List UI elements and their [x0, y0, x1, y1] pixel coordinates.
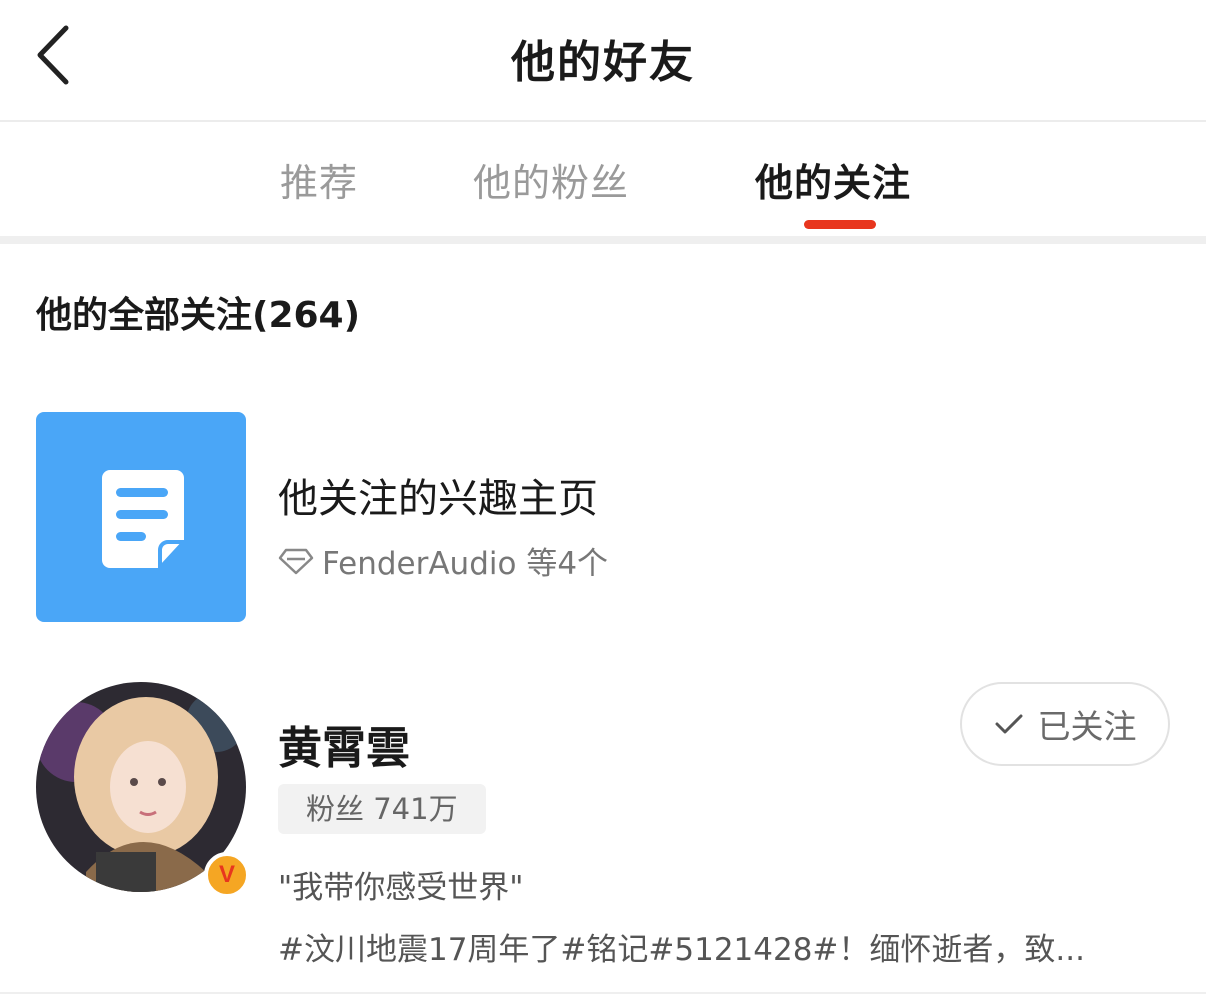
tabs-divider	[0, 236, 1206, 244]
page-title: 他的好友	[511, 37, 695, 88]
user-quote: "我带你感受世界"	[278, 870, 524, 906]
app-root: 他的好友 推荐 他的粉丝 他的关注 他的全部关注(264) 他关注的兴趣主页 F…	[0, 0, 1206, 995]
interest-title: 他关注的兴趣主页	[278, 476, 598, 522]
following-count-heading: 他的全部关注(264)	[36, 295, 361, 336]
tab-following[interactable]: 他的关注	[755, 152, 911, 207]
header-bar: 他的好友	[0, 0, 1206, 120]
bottom-divider	[0, 992, 1206, 994]
check-icon	[995, 714, 1022, 734]
active-tab-indicator	[804, 220, 876, 229]
verified-badge: V	[204, 852, 250, 898]
document-icon	[102, 470, 189, 574]
following-button-label: 已关注	[1037, 707, 1137, 746]
list-item[interactable]: V 黄霄雲 粉丝 741万 "我带你感受世界" #汶川地震17周年了#铭记#51…	[0, 680, 1206, 980]
following-button[interactable]: 已关注	[960, 682, 1170, 766]
interest-pages-item[interactable]: 他关注的兴趣主页 FenderAudio 等4个	[0, 410, 1206, 624]
user-description: #汶川地震17周年了#铭记#5121428#！缅怀逝者，致...	[278, 932, 1085, 968]
tab-bar: 推荐 他的粉丝 他的关注	[0, 122, 1206, 238]
interest-subtitle-row: FenderAudio 等4个	[278, 538, 608, 583]
user-name: 黄霄雲	[278, 723, 410, 774]
interest-subtitle: FenderAudio 等4个	[322, 546, 609, 582]
diamond-icon	[278, 548, 314, 574]
tab-fans[interactable]: 他的粉丝	[473, 152, 629, 207]
tab-recommend[interactable]: 推荐	[280, 152, 358, 207]
fans-count-badge: 粉丝 741万	[278, 784, 486, 834]
interest-tile	[36, 412, 246, 622]
